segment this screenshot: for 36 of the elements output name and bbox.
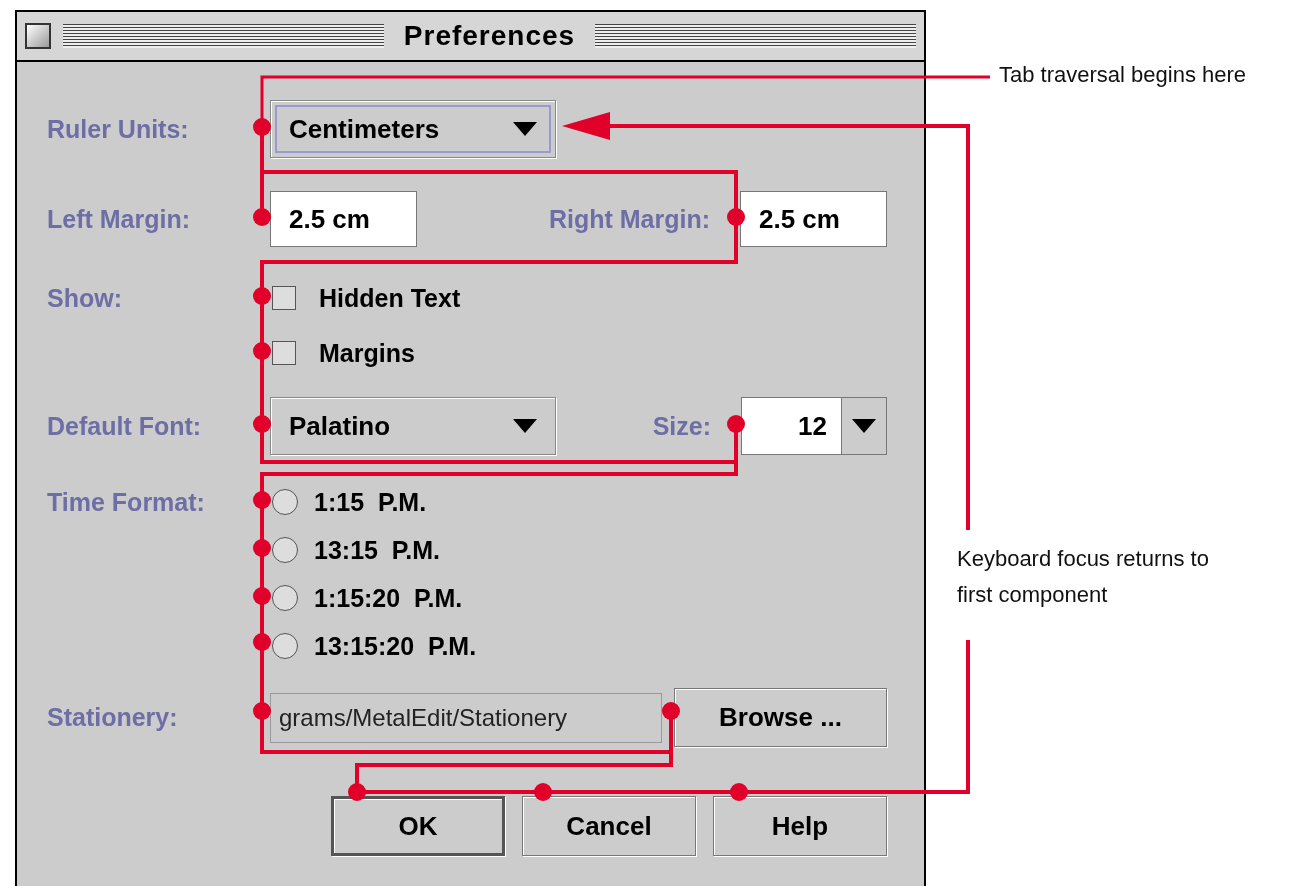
size-combo-box[interactable]: 12 bbox=[741, 397, 887, 455]
field-label: Show: bbox=[47, 283, 122, 313]
dropdown-arrow-icon bbox=[513, 122, 537, 136]
window-title: Preferences bbox=[402, 20, 577, 52]
field-label: Size: bbox=[652, 411, 711, 441]
field-label: Default Font: bbox=[47, 411, 202, 441]
radio-label: 13:15:20 P.M. bbox=[314, 631, 477, 661]
checkbox[interactable] bbox=[272, 286, 296, 310]
right-margin-field[interactable]: 2.5 cm bbox=[740, 191, 887, 247]
radio-button[interactable] bbox=[272, 633, 298, 659]
field-label: Stationery: bbox=[47, 703, 178, 732]
annotation-text: Keyboard focus returns to first component bbox=[957, 545, 1210, 609]
size-value: 12 bbox=[742, 398, 842, 454]
left-margin-field[interactable]: 2.5 cm bbox=[270, 191, 417, 247]
field-label: Right Margin: bbox=[548, 204, 710, 234]
checkbox-label: Margins bbox=[319, 338, 415, 368]
stationery-path-field[interactable]: grams/MetalEdit/Stationery bbox=[270, 692, 662, 743]
browse-button[interactable]: Browse ... bbox=[674, 688, 887, 747]
field-label: Time Format: bbox=[47, 487, 205, 517]
radio-label: 13:15 P.M. bbox=[314, 535, 440, 565]
dialog-button[interactable]: Help bbox=[713, 796, 887, 856]
radio-button[interactable] bbox=[272, 489, 298, 515]
field-label: Left Margin: bbox=[47, 204, 191, 234]
dialog-button[interactable]: Cancel bbox=[522, 796, 696, 856]
radio-button[interactable] bbox=[272, 585, 298, 611]
dropdown-arrow-icon bbox=[513, 419, 537, 433]
dialog-button[interactable]: OK bbox=[331, 796, 505, 856]
checkbox[interactable] bbox=[272, 341, 296, 365]
dropdown-arrow-icon bbox=[852, 419, 876, 433]
radio-label: 1:15 P.M. bbox=[314, 487, 427, 517]
radio-button[interactable] bbox=[272, 537, 298, 563]
annotation-text: Tab traversal begins here bbox=[999, 61, 1248, 89]
checkbox-label: Hidden Text bbox=[319, 283, 461, 313]
radio-label: 1:15:20 P.M. bbox=[314, 583, 463, 613]
close-box[interactable] bbox=[25, 23, 51, 49]
field-label: Ruler Units: bbox=[47, 114, 189, 144]
